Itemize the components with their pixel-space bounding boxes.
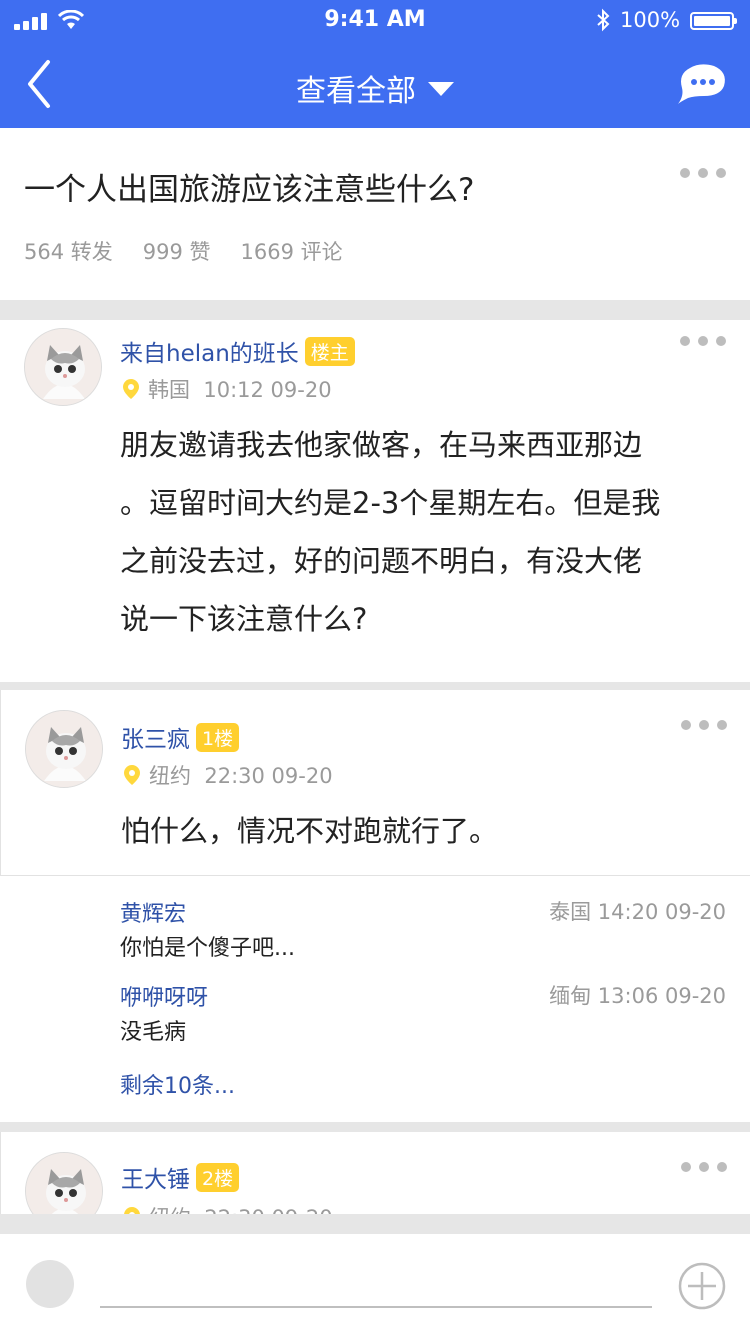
user-avatar[interactable]: [26, 1260, 74, 1308]
author-name-row: 王大锤 2楼: [121, 1160, 240, 1194]
divider: [0, 1122, 750, 1132]
author-name[interactable]: 来自helan的班长: [120, 341, 299, 367]
more-replies-link[interactable]: 剩余10条...: [120, 1068, 235, 1100]
reply-meta: 缅甸 13:06 09-20: [549, 984, 726, 1008]
floor-badge: 2楼: [196, 1163, 240, 1192]
comment-content: 怕什么，情况不对跑就行了。: [121, 814, 499, 848]
comment-floor-1: 张三疯 1楼 纽约 22:30 09-20 怕什么，情况不对跑就行了。: [0, 690, 750, 876]
divider: [0, 1214, 750, 1234]
reply-author[interactable]: 黄辉宏: [120, 896, 186, 928]
reply-meta: 泰国 14:20 09-20: [549, 900, 726, 924]
reply-author[interactable]: 咿咿呀呀: [120, 980, 208, 1012]
post-line: 说一下该注意什么?: [120, 602, 368, 636]
battery-percent: 100%: [620, 8, 681, 32]
avatar[interactable]: [25, 710, 103, 788]
divider: [0, 682, 750, 690]
nav-bar: 查看全部: [0, 40, 750, 128]
nav-title: 查看全部: [296, 74, 416, 109]
avatar[interactable]: [24, 328, 102, 406]
question-title: 一个人出国旅游应该注意些什么?: [24, 172, 475, 208]
question-stats: 564 转发 999 赞 1669 评论: [24, 236, 373, 266]
view-all-dropdown[interactable]: 查看全部: [0, 66, 750, 110]
post-line: 。逗留时间大约是2-3个星期左右。但是我: [120, 486, 661, 520]
caret-down-icon: [428, 82, 454, 96]
comment-input[interactable]: [100, 1306, 652, 1308]
op-post: 来自helan的班长 楼主 韩国 10:12 09-20 朋友邀请我去他家做客，在…: [0, 320, 750, 682]
chat-bubble-icon[interactable]: [676, 62, 728, 106]
location: 韩国: [148, 378, 190, 402]
reply-text: 你怕是个傻子吧...: [120, 936, 295, 961]
location: 纽约: [149, 1206, 191, 1214]
post-meta: 纽约 22:30 09-20: [121, 1202, 333, 1214]
location-pin-icon: [124, 765, 140, 785]
author-name[interactable]: 张三疯: [121, 727, 190, 753]
post-meta: 韩国 10:12 09-20: [120, 374, 332, 404]
more-options-icon[interactable]: [680, 168, 728, 180]
bluetooth-icon: [597, 8, 610, 32]
op-badge: 楼主: [304, 337, 355, 366]
floor-badge: 1楼: [196, 723, 240, 752]
cat-avatar-icon: [26, 711, 102, 787]
reply-list: 黄辉宏 泰国 14:20 09-20 你怕是个傻子吧... 咿咿呀呀 缅甸 13…: [0, 876, 750, 1122]
author-name-row: 张三疯 1楼: [121, 720, 240, 754]
avatar[interactable]: [25, 1152, 103, 1214]
author-name-row: 来自helan的班长 楼主: [120, 334, 355, 368]
like-count[interactable]: 999 赞: [143, 240, 211, 264]
question-header: 一个人出国旅游应该注意些什么? 564 转发 999 赞 1669 评论: [0, 128, 750, 300]
divider: [0, 300, 750, 320]
timestamp: 22:30 09-20: [204, 1206, 332, 1214]
comment-floor-2: 王大锤2楼 纽约 22:30 09-20: [0, 1132, 750, 1214]
comment-count[interactable]: 1669 评论: [241, 240, 343, 264]
location-pin-icon: [123, 379, 139, 399]
post-line: 之前没去过，好的问题不明白，有没大佬: [120, 544, 643, 578]
add-icon[interactable]: [678, 1262, 726, 1310]
cat-avatar-icon: [26, 1153, 102, 1214]
share-count[interactable]: 564 转发: [24, 240, 113, 264]
timestamp: 22:30 09-20: [204, 764, 333, 788]
post-line: 朋友邀请我去他家做客，在马来西亚那边: [120, 428, 643, 462]
reply-text: 没毛病: [120, 1020, 187, 1045]
more-options-icon[interactable]: [681, 720, 729, 732]
timestamp: 10:12 09-20: [203, 378, 332, 402]
battery-icon: [690, 12, 737, 30]
location-pin-icon: [124, 1207, 140, 1214]
location: 纽约: [149, 764, 191, 788]
cat-avatar-icon: [25, 329, 101, 405]
post-meta: 纽约 22:30 09-20: [121, 760, 333, 790]
comment-input-bar: [0, 1234, 750, 1334]
status-bar: 9:41 AM 100%: [0, 0, 750, 40]
author-name[interactable]: 王大锤: [121, 1167, 190, 1193]
post-content: 朋友邀请我去他家做客，在马来西亚那边 。逗留时间大约是2-3个星期左右。但是我 …: [120, 416, 660, 648]
more-options-icon[interactable]: [680, 336, 728, 348]
more-options-icon[interactable]: [681, 1162, 729, 1174]
